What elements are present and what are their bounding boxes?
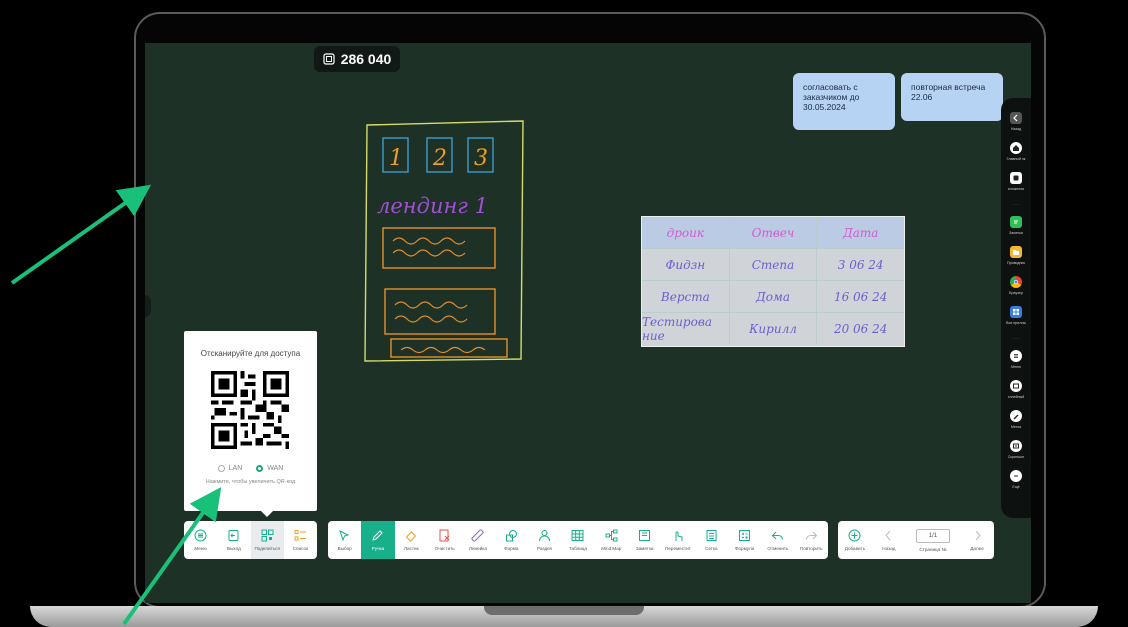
arrow-to-screen-edge bbox=[10, 184, 152, 285]
annotation-arrows bbox=[10, 184, 222, 626]
arrow-to-qr-hint bbox=[122, 486, 222, 626]
